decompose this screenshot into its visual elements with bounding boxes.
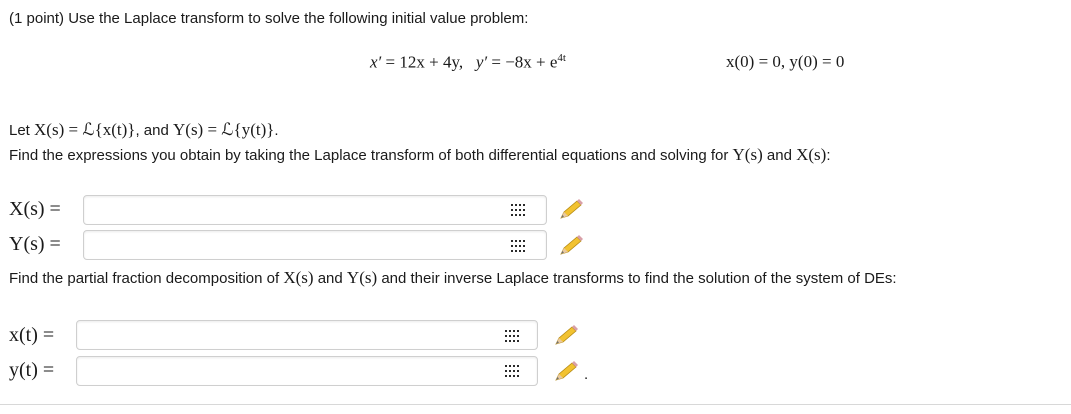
eq1-lhs: x′ xyxy=(370,52,382,72)
let-Y-def: Y(s) = ℒ{y(t)} xyxy=(173,120,275,139)
Y-s-input[interactable] xyxy=(83,230,547,260)
Y-s-label: Y(s) = xyxy=(9,233,61,255)
find1-Y: Y(s) xyxy=(732,145,763,164)
x-t-input[interactable] xyxy=(76,320,538,350)
find1-X: X(s) xyxy=(796,145,827,164)
equation-system: x′ = 12x + 4y, y′ = −8x + e4t xyxy=(370,52,566,73)
matrix-grid-icon[interactable] xyxy=(505,330,519,342)
X-s-label: X(s) = xyxy=(9,198,61,220)
let-and: , and xyxy=(135,122,169,139)
find2-post: and their inverse Laplace transforms to … xyxy=(381,270,897,287)
trailing-period: . xyxy=(584,366,589,383)
find2-and: and xyxy=(317,270,343,287)
eq2-lhs: y′ xyxy=(475,52,488,72)
let-definition: Let X(s) = ℒ{x(t)}, and Y(s) = ℒ{y(t)}. xyxy=(9,120,279,140)
find1-end: : xyxy=(826,147,831,164)
find-expressions-text: Find the expressions you obtain by takin… xyxy=(9,145,831,165)
matrix-grid-icon[interactable] xyxy=(505,365,519,377)
initial-conditions: x(0) = 0, y(0) = 0 xyxy=(726,52,845,71)
find2-X: X(s) xyxy=(283,268,314,287)
y-t-input[interactable] xyxy=(76,356,538,386)
pencil-icon[interactable] xyxy=(558,234,584,256)
matrix-grid-icon[interactable] xyxy=(511,204,525,216)
X-s-input[interactable] xyxy=(83,195,547,225)
find2-pre: Find the partial fraction decomposition … xyxy=(9,270,280,287)
find2-Y: Y(s) xyxy=(346,268,378,287)
find1-pre: Find the expressions you obtain by takin… xyxy=(9,147,729,164)
let-end: . xyxy=(274,122,279,139)
x-t-label: x(t) = xyxy=(9,324,55,346)
pencil-icon[interactable] xyxy=(553,324,579,346)
eq1-rhs: = 12x + 4y, xyxy=(385,52,464,72)
partial-fraction-text: Find the partial fraction decomposition … xyxy=(9,268,897,288)
let-prefix: Let xyxy=(9,122,30,139)
pencil-icon[interactable] xyxy=(558,198,584,220)
problem-intro: (1 point) Use the Laplace transform to s… xyxy=(9,10,529,27)
pencil-icon[interactable] xyxy=(553,360,579,382)
eq2-exponent: 4t xyxy=(557,52,566,64)
let-X-def: X(s) = ℒ{x(t)} xyxy=(34,120,136,139)
divider xyxy=(0,404,1071,405)
matrix-grid-icon[interactable] xyxy=(511,240,525,252)
y-t-label: y(t) = xyxy=(9,359,55,381)
eq2-rhs: = −8x + e xyxy=(491,52,558,72)
find1-and: and xyxy=(766,147,792,164)
